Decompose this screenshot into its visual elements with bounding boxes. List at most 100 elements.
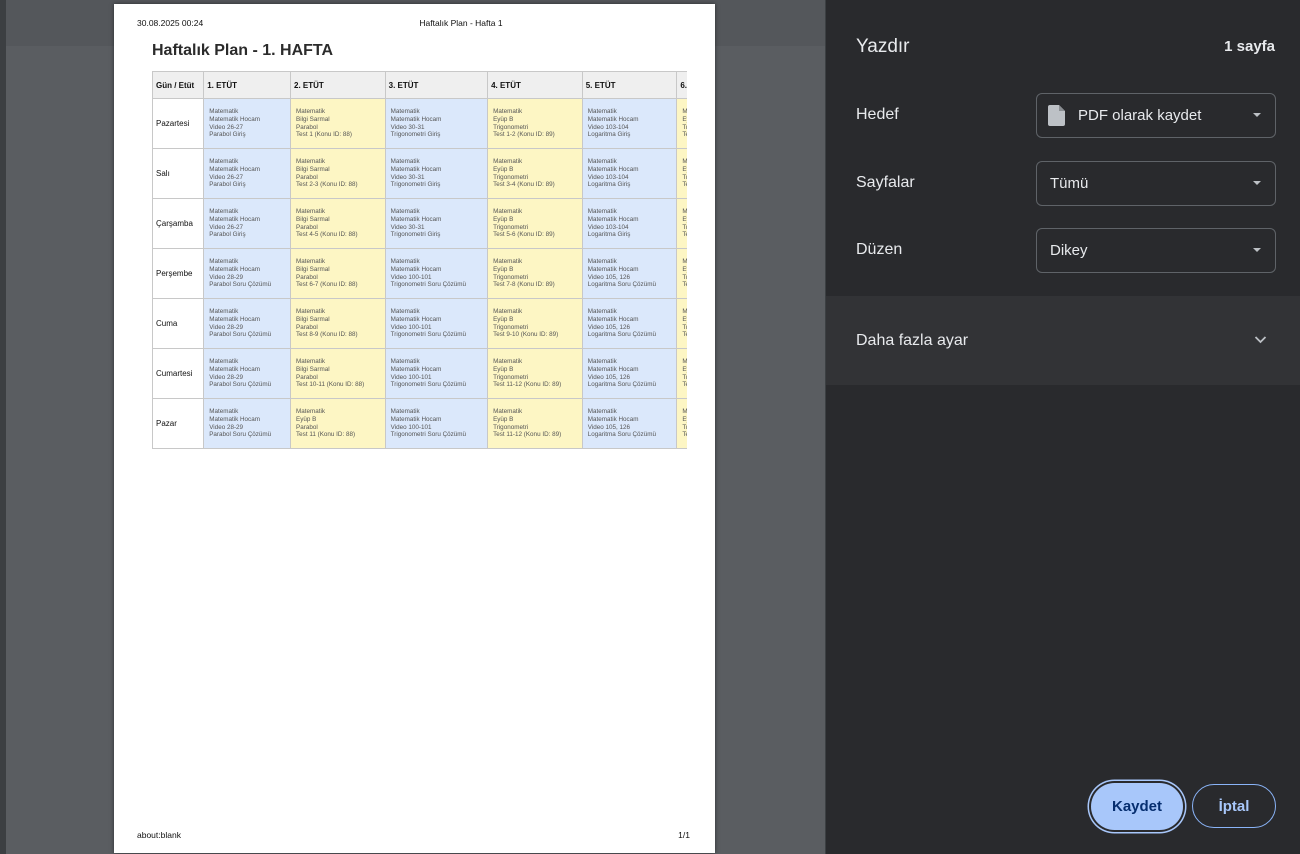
session-line: Video 103-104 (587, 173, 629, 181)
session-line: Matematik (682, 208, 687, 216)
panel-title: Yazdır (856, 36, 910, 57)
chevron-down-icon (1253, 248, 1261, 252)
session-line: Logaritma Giriş (587, 231, 631, 239)
more-settings-label: Daha fazla ayar (856, 332, 969, 349)
session-line: Matematik (587, 107, 617, 115)
chevron-down-icon (1253, 113, 1261, 117)
session-cell: Matematik Bilgi Sarmal Parabol Test 8-9 (Ko… (290, 298, 386, 349)
session-cell: MatematikEyüp BTrigonometriTest 5-6 (Kon… (676, 198, 687, 249)
session-cell: MatematikEyüp BTrigonometriTest 9-10 (Ko… (676, 298, 687, 349)
session-line: Matematik (682, 258, 687, 266)
pages-value: Tümü (1050, 175, 1089, 192)
session-line: Parabol (296, 273, 318, 281)
session-line: Trigonometri (493, 123, 529, 131)
cancel-button[interactable]: İptal (1192, 784, 1276, 828)
session-cell: Matematik Matematik Hocam Video 105, 126 Lo… (581, 248, 678, 299)
session-cell: Matematik Matematik Hocam Video 105, 126 Lo… (581, 398, 678, 449)
plan-table-wrapper: Gün / Etüt 1. ETÜT 2. ETÜT 3. ETÜT 4. ETÜT 5… (152, 71, 687, 449)
session-cell: Matematik Matematik Hocam Video 30-31 Trigo… (384, 198, 489, 249)
session-line: Parabol Soru Çözümü (209, 281, 272, 289)
session-line: Matematik Hocam (390, 265, 442, 273)
column-header: 5. ETÜT (581, 71, 678, 99)
session-cell: Matematik Matematik Hocam Video 103-104 Log… (581, 198, 678, 249)
pages-label: Sayfalar (856, 174, 915, 191)
session-line: Matematik Hocam (587, 315, 639, 323)
session-line: Matematik (209, 257, 239, 265)
layout-label: Düzen (856, 241, 903, 258)
session-line: Trigonometri (493, 423, 529, 431)
session-line: Eyüp B (493, 165, 514, 173)
session-line: Video 100-101 (390, 273, 432, 281)
session-line: Matematik (682, 308, 687, 316)
session-line: Bilgi Sarmal (296, 115, 330, 123)
session-line: Logaritma Giriş (587, 131, 631, 139)
session-line: Matematik Hocam (209, 415, 260, 423)
session-cell: Matematik Matematik Hocam Video 100-101 Tri… (384, 248, 489, 299)
table-row: Pazartesi Matematik Matematik Hocam Video 2… (152, 98, 687, 149)
session-line: Trigonometri Soru Çözümü (390, 431, 467, 439)
session-line: Test 7-8 (Konu ID: 89) (493, 281, 555, 289)
pages-select[interactable]: Tümü (1036, 161, 1276, 206)
session-cell: Matematik Matematik Hocam Video 28-29 Parab… (203, 348, 292, 399)
session-line: Test 5-6 (Konu ID: 89) (493, 231, 555, 239)
session-line: Test 1-2 (Konu ID: 89) (493, 131, 555, 139)
session-line: Eyüp B (493, 265, 514, 273)
session-line: Eyüp B (682, 115, 687, 123)
session-cell: Matematik Matematik Hocam Video 26-27 Parab… (203, 98, 292, 149)
session-line: Test 5-6 (Konu ID: 89) (682, 231, 687, 239)
layout-select[interactable]: Dikey (1036, 228, 1276, 273)
page-footer-url: about:blank (137, 830, 181, 840)
session-line: Test 11 (Konu ID: 88) (296, 431, 356, 439)
session-line: Trigonometri Giriş (390, 181, 441, 189)
day-cell: Salı (152, 148, 205, 199)
session-line: Video 100-101 (390, 423, 432, 431)
session-cell: Matematik Matematik Hocam Video 26-27 Parab… (203, 198, 292, 249)
session-line: Trigonometri (682, 173, 687, 181)
session-line: Test 7-8 (Konu ID: 89) (682, 281, 687, 289)
session-cell: MatematikEyüp BTrigonometriTest 3-4 (Kon… (487, 148, 583, 199)
session-line: Video 100-101 (390, 323, 432, 331)
session-line: Trigonometri (682, 323, 687, 331)
session-cell: Matematik Matematik Hocam Video 26-27 Parab… (203, 148, 292, 199)
page-count: 1 sayfa (1224, 38, 1275, 55)
session-line: Matematik (209, 157, 239, 165)
session-line: Matematik (296, 107, 326, 115)
more-settings-toggle[interactable]: Daha fazla ayar (826, 296, 1300, 385)
session-line: Video 105, 126 (587, 373, 630, 381)
session-line: Video 30-31 (390, 173, 425, 181)
session-cell: Matematik Matematik Hocam Video 28-29 Parab… (203, 298, 292, 349)
session-line: Matematik Hocam (209, 315, 260, 323)
session-cell: MatematikEyüp BTrigonometriTest 1-2 (Kon… (676, 98, 687, 149)
session-line: Test 11-12 (Konu ID: 89) (682, 381, 687, 389)
session-cell: MatematikEyüp BTrigonometriTest 9-10 (Ko… (487, 298, 583, 349)
session-line: Matematik (493, 107, 523, 115)
session-line: Logaritma Soru Çözümü (587, 281, 656, 289)
table-header-row: Gün / Etüt 1. ETÜT 2. ETÜT 3. ETÜT 4. ETÜT 5… (152, 71, 687, 99)
session-line: Test 4-5 (Konu ID: 88) (296, 231, 358, 239)
session-cell: Matematik Matematik Hocam Video 105, 126 Lo… (581, 298, 678, 349)
table-row: Salı Matematik Matematik Hocam Video 26-27 P… (152, 148, 687, 199)
session-line: Trigonometri (682, 223, 687, 231)
session-line: Eyüp B (682, 265, 687, 273)
session-line: Matematik (390, 207, 420, 215)
session-line: Matematik Hocam (209, 215, 260, 223)
session-line: Matematik (390, 307, 420, 315)
session-line: Matematik (296, 257, 326, 265)
session-line: Video 26-27 (209, 173, 244, 181)
session-line: Video 28-29 (209, 273, 244, 281)
session-line: Matematik Hocam (209, 365, 260, 373)
session-cell: MatematikEyüp BTrigonometriTest 11-12 (K… (676, 348, 687, 399)
destination-select[interactable]: PDF olarak kaydet (1036, 93, 1276, 138)
session-cell: Matematik Eyüp B Parabol Test 11 (Konu ID: … (290, 398, 386, 449)
session-line: Matematik (493, 207, 523, 215)
save-button[interactable]: Kaydet (1091, 783, 1183, 830)
session-line: Matematik Hocam (390, 415, 442, 423)
table-corner-header: Gün / Etüt (152, 71, 205, 99)
session-cell: MatematikEyüp BTrigonometriTest 11-12 (K… (487, 398, 583, 449)
session-line: Matematik (296, 307, 326, 315)
session-line: Matematik Hocam (587, 365, 639, 373)
session-line: Matematik (390, 407, 420, 415)
session-line: Parabol Giriş (209, 231, 246, 239)
session-cell: Matematik Matematik Hocam Video 28-29 Parab… (203, 248, 292, 299)
session-line: Eyüp B (493, 215, 514, 223)
